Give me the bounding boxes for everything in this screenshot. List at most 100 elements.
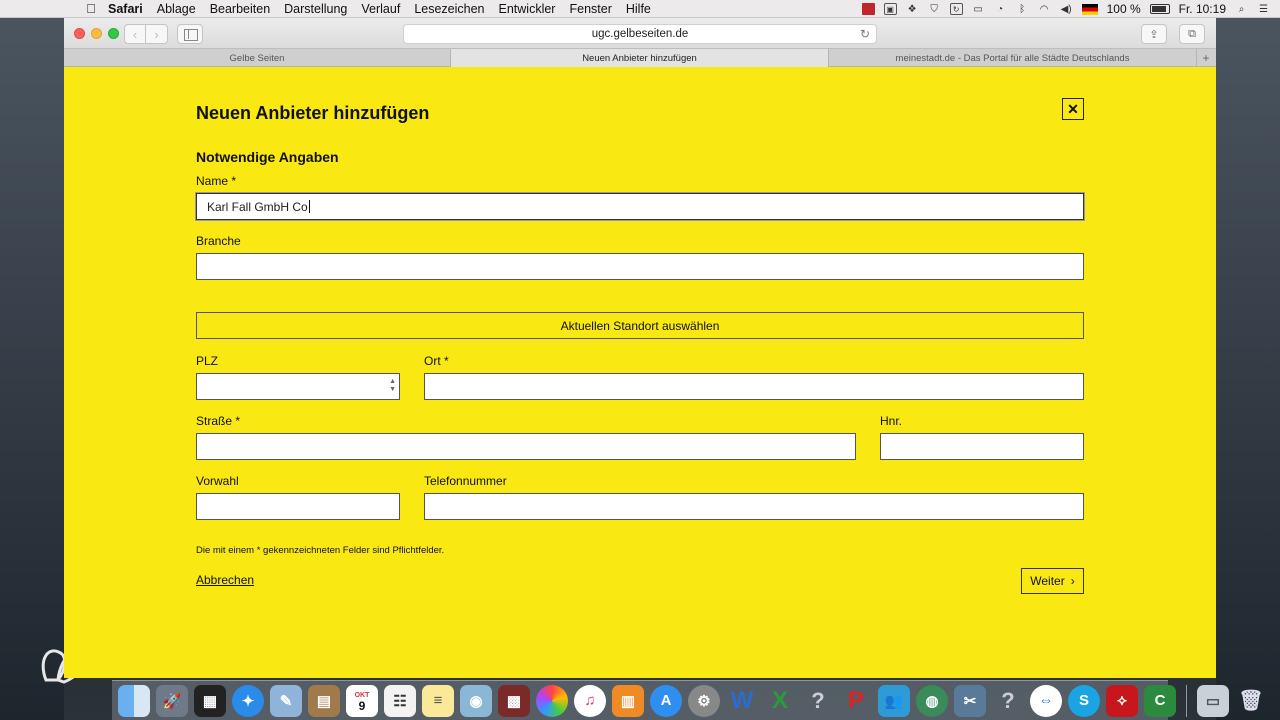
telefon-input[interactable]: [424, 493, 1084, 520]
show-tabs-button[interactable]: ⧉: [1179, 24, 1205, 44]
clock[interactable]: Fr. 10:19: [1179, 2, 1226, 16]
excel-icon[interactable]: X: [764, 685, 796, 717]
system-preferences-icon[interactable]: ⚙: [688, 684, 720, 717]
wifi-icon[interactable]: ◠: [1038, 3, 1051, 15]
powerpoint-icon[interactable]: P: [840, 685, 872, 717]
photo-booth-icon[interactable]: ▩: [498, 684, 530, 717]
dock-separator: [1186, 684, 1187, 717]
branche-label: Branche: [196, 234, 241, 248]
tab-gelbe-seiten[interactable]: Gelbe Seiten: [64, 49, 451, 67]
menu-verlauf[interactable]: Verlauf: [361, 2, 400, 16]
ibooks-icon[interactable]: ▥: [612, 684, 644, 717]
name-label: Name *: [196, 174, 237, 188]
forward-button[interactable]: ›: [146, 24, 168, 44]
notification-center-icon[interactable]: ☰: [1257, 3, 1270, 15]
plz-stepper[interactable]: ▲ ▼: [389, 378, 396, 394]
finder-icon[interactable]: [118, 684, 150, 717]
window-minimize-button[interactable]: [91, 28, 102, 39]
apple-menu-icon[interactable]: : [80, 1, 102, 16]
contacts-icon[interactable]: ▤: [308, 684, 340, 717]
menu-entwickler[interactable]: Entwickler: [499, 2, 556, 16]
menu-darstellung[interactable]: Darstellung: [284, 2, 347, 16]
sidebar-toggle-button[interactable]: [177, 24, 203, 44]
dropbox-icon[interactable]: ❖: [906, 3, 919, 15]
reload-icon[interactable]: ↻: [860, 27, 870, 41]
text-caret: [308, 200, 310, 213]
close-icon: ✕: [1067, 100, 1079, 117]
menu-app-name[interactable]: Safari: [108, 2, 143, 16]
chevron-right-icon: ›: [1070, 574, 1075, 588]
window-maximize-button[interactable]: [108, 28, 119, 39]
share-icon: ⇪: [1149, 28, 1159, 41]
mission-control-icon[interactable]: ▦: [194, 684, 226, 717]
desktop-left-area: [0, 18, 64, 720]
plz-input[interactable]: ▲ ▼: [196, 373, 400, 400]
users-network-icon[interactable]: 👥: [878, 684, 910, 717]
share-button[interactable]: ⇪: [1141, 24, 1167, 44]
branche-input[interactable]: [196, 253, 1084, 280]
calendar-icon[interactable]: OKT 9: [346, 684, 378, 717]
airplay-icon[interactable]: ▭: [972, 3, 985, 15]
word-letter: W: [730, 686, 754, 714]
menu-lesezeichen[interactable]: Lesezeichen: [414, 2, 484, 16]
status-app-icon[interactable]: ▣: [883, 3, 897, 15]
strasse-input[interactable]: [196, 433, 856, 460]
address-bar[interactable]: ugc.gelbeseiten.de ↻: [403, 24, 877, 44]
hnr-input[interactable]: [880, 433, 1084, 460]
window-close-button[interactable]: [74, 28, 85, 39]
desktop-right-area: [1216, 18, 1280, 720]
time-machine-icon[interactable]: ◔: [994, 3, 1007, 15]
safari-window: ‹ › ugc.gelbeseiten.de ↻ ⇪ ⧉ Gelbe Seite…: [64, 18, 1216, 678]
menu-hilfe[interactable]: Hilfe: [626, 2, 651, 16]
reminders-icon[interactable]: ☷: [384, 684, 416, 717]
launchpad-rocket-icon[interactable]: 🚀: [156, 684, 188, 717]
teamviewer-icon[interactable]: ⇔: [1030, 684, 1062, 717]
close-dialog-button[interactable]: ✕: [1062, 98, 1084, 120]
menu-bearbeiten[interactable]: Bearbeiten: [210, 2, 270, 16]
tab-meinestadt[interactable]: meinestadt.de - Das Portal für alle Städ…: [829, 49, 1197, 67]
german-flag-icon[interactable]: [1081, 3, 1098, 15]
page-title: Neuen Anbieter hinzufügen: [196, 103, 430, 123]
globe-network-icon[interactable]: ◍: [916, 684, 948, 717]
ort-input[interactable]: [424, 373, 1084, 400]
menu-bar:  Safari Ablage Bearbeiten Darstellung V…: [0, 0, 1280, 18]
tab-neuen-anbieter[interactable]: Neuen Anbieter hinzufügen: [451, 49, 829, 67]
excel-letter: X: [771, 686, 788, 714]
shield-icon[interactable]: ⛉: [928, 3, 941, 15]
photos-icon[interactable]: [536, 684, 568, 717]
trash-icon[interactable]: 🗑: [1235, 685, 1267, 717]
battery-percent[interactable]: 100 %: [1107, 2, 1141, 16]
sync-icon[interactable]: ↻: [949, 3, 963, 15]
battery-icon[interactable]: [1149, 4, 1170, 14]
skype-icon[interactable]: S: [1068, 684, 1100, 717]
preview-icon[interactable]: ✎: [270, 684, 302, 717]
safari-compass-icon[interactable]: ✦: [232, 684, 264, 717]
utilities-icon[interactable]: ✂: [954, 684, 986, 717]
menu-fenster[interactable]: Fenster: [569, 2, 611, 16]
recording-icon[interactable]: [861, 3, 875, 15]
next-button[interactable]: Weiter ›: [1021, 568, 1084, 594]
unknown-app-question-icon[interactable]: ?: [802, 685, 834, 717]
downloads-folder-icon[interactable]: ▭: [1197, 684, 1229, 717]
name-input[interactable]: Karl Fall GmbH Co: [196, 193, 1084, 220]
messages-icon[interactable]: ◉: [460, 684, 492, 717]
menu-ablage[interactable]: Ablage: [157, 2, 196, 16]
section-title: Notwendige Angaben: [196, 149, 339, 165]
current-location-button[interactable]: Aktuellen Standort auswählen: [196, 312, 1084, 339]
word-icon[interactable]: W: [726, 685, 758, 717]
volume-icon[interactable]: ◀): [1060, 3, 1073, 15]
acrobat-icon[interactable]: ⟡: [1106, 684, 1138, 717]
app-store-icon[interactable]: A: [650, 684, 682, 717]
camtasia-icon[interactable]: C: [1144, 684, 1176, 717]
bluetooth-icon[interactable]: ᛒ: [1016, 3, 1029, 15]
spotlight-search-icon[interactable]: ⌕: [1235, 3, 1248, 15]
cancel-link[interactable]: Abbrechen: [196, 573, 254, 587]
new-tab-button[interactable]: +: [1197, 49, 1215, 66]
dock: 🚀 ▦ ✦ ✎ ▤ OKT 9 ☷ ≡ ◉ ▩ ♫ ▥ A ⚙ W X ? P …: [112, 680, 1264, 720]
notes-icon[interactable]: ≡: [422, 684, 454, 717]
unknown-app-question-icon-2[interactable]: ?: [992, 685, 1024, 717]
itunes-icon[interactable]: ♫: [574, 684, 606, 717]
back-button[interactable]: ‹: [124, 24, 146, 44]
vorwahl-input[interactable]: [196, 493, 400, 520]
powerpoint-letter: P: [847, 686, 864, 714]
